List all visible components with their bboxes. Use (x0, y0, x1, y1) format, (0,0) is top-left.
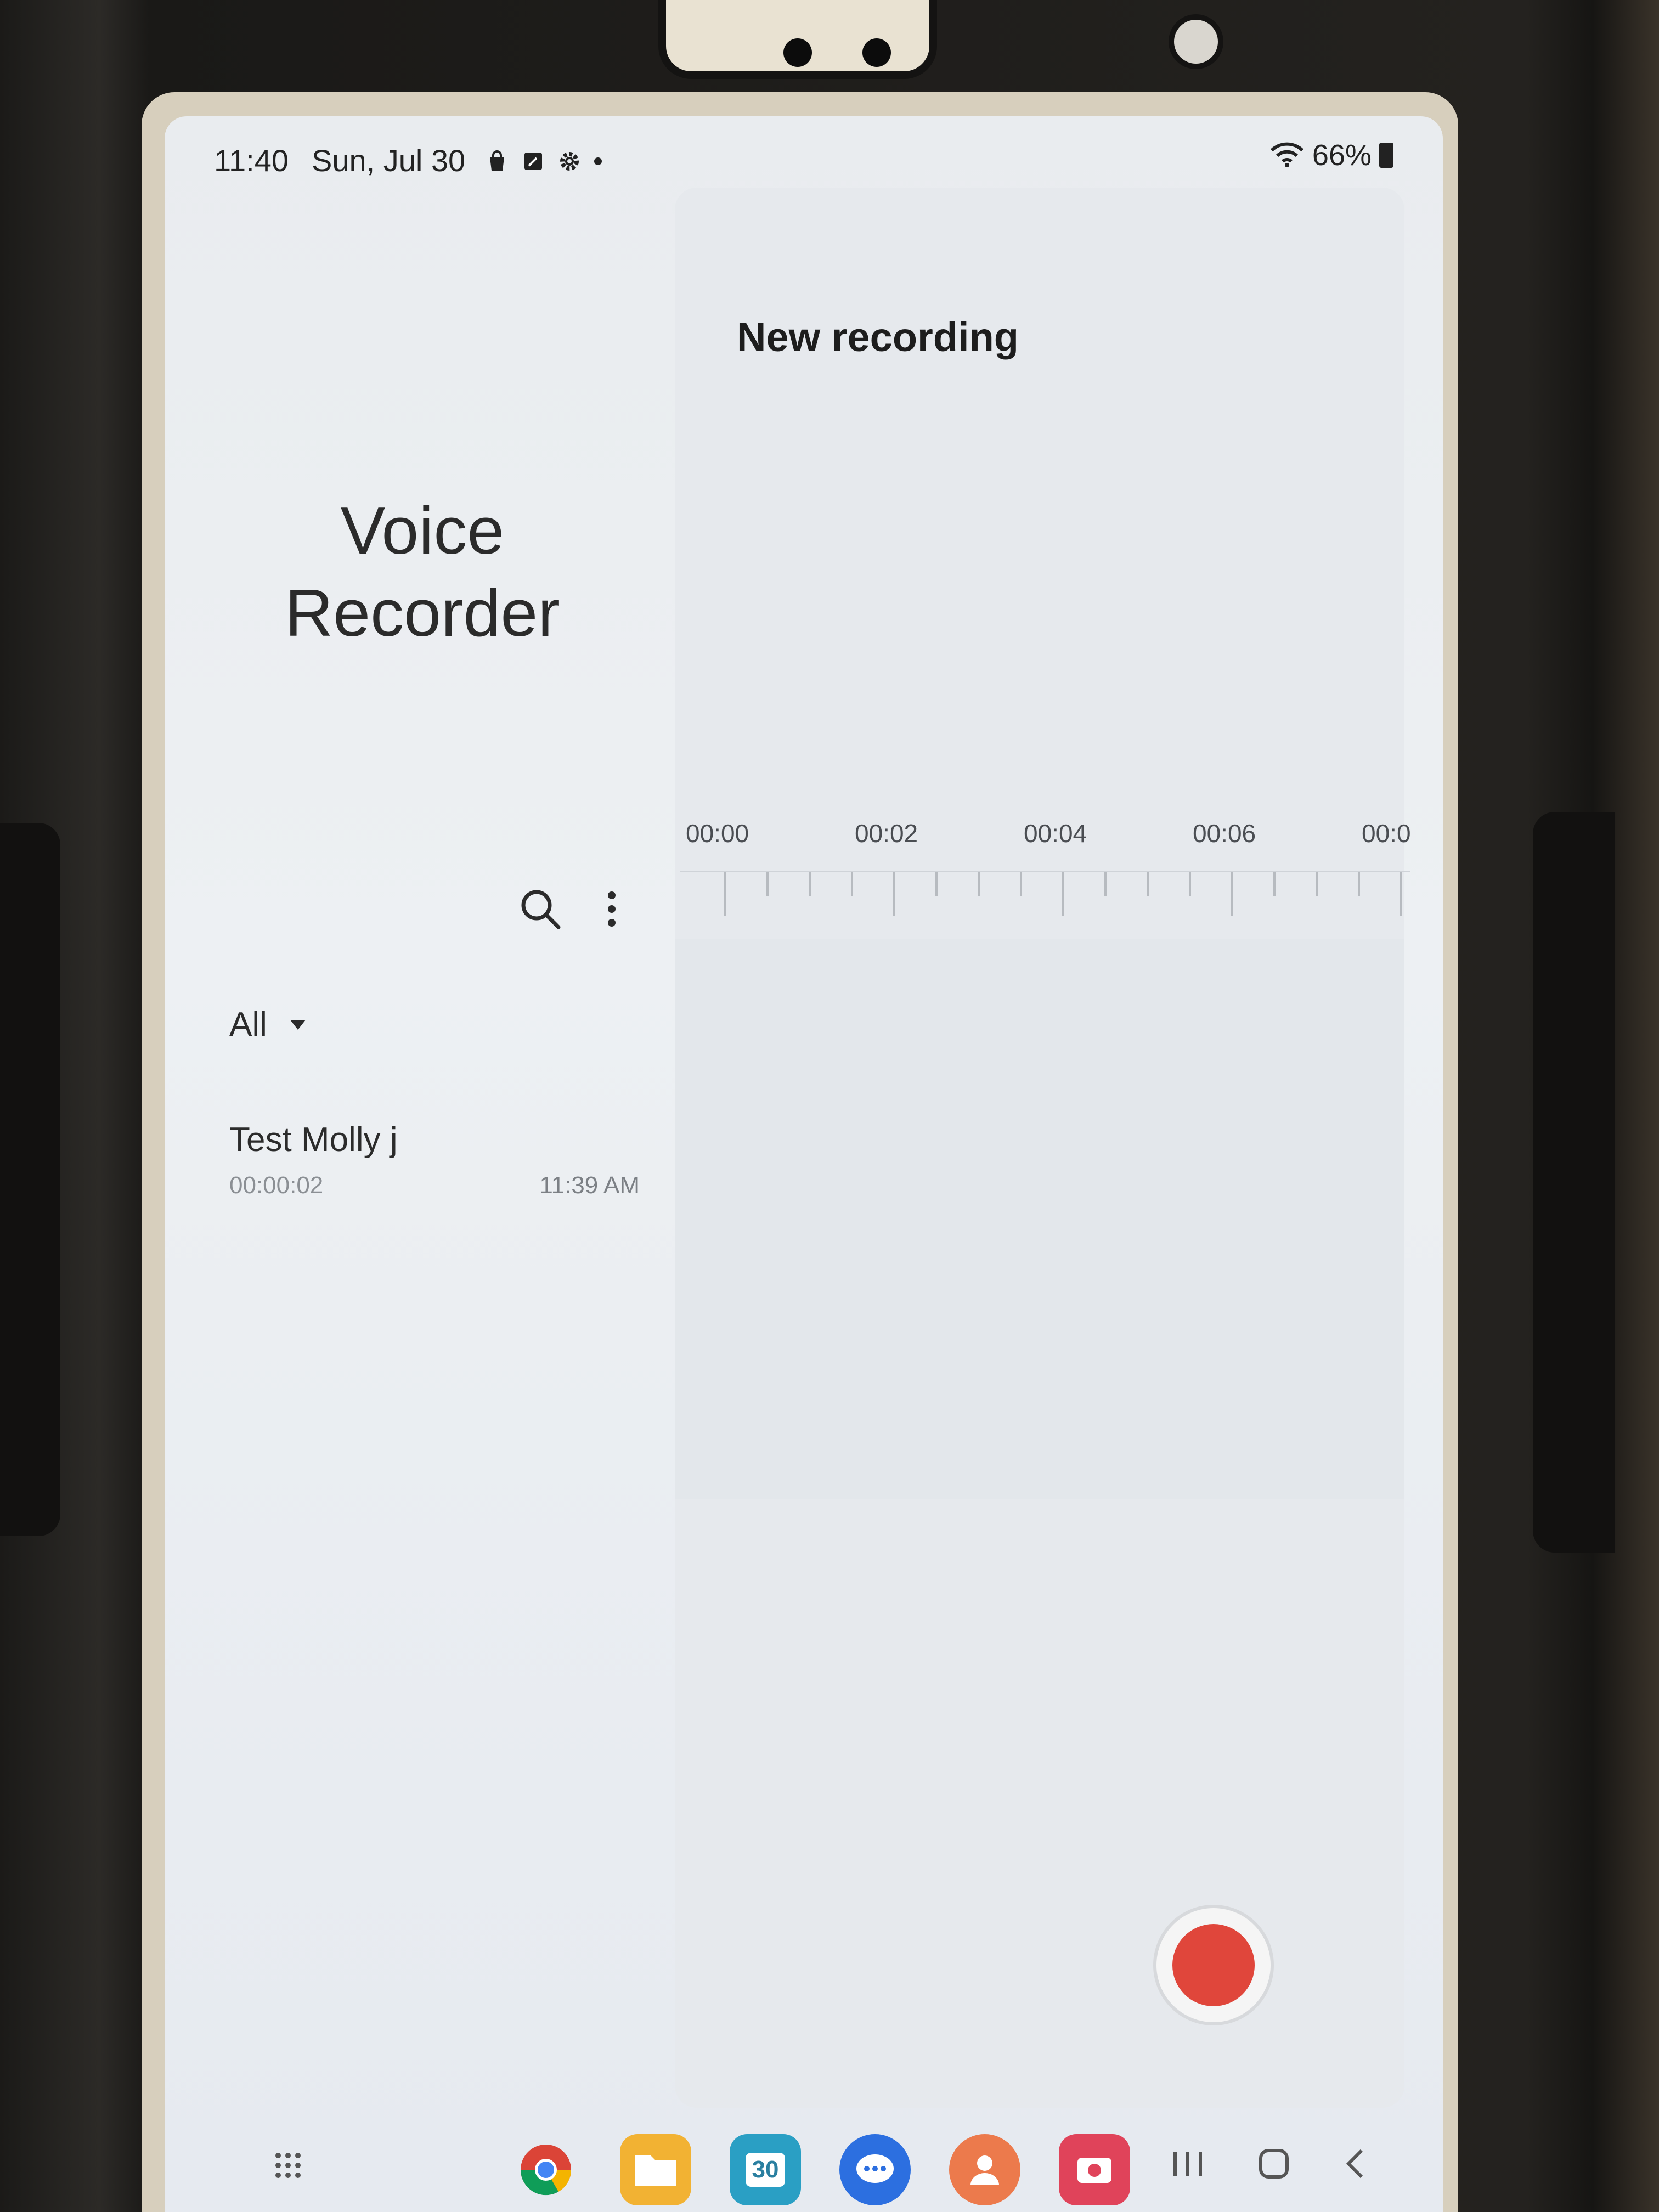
calendar-app-icon[interactable]: 30 (730, 2134, 801, 2205)
recordings-pane: Voice Recorder All Test Molly j 00:00:02… (165, 116, 675, 2212)
status-right: 66% (1269, 138, 1393, 172)
timeline-label: 00:00 (686, 819, 749, 848)
record-icon (1172, 1924, 1255, 2006)
calendar-day: 30 (745, 2153, 786, 2187)
messages-app-icon[interactable] (839, 2134, 911, 2205)
timeline-tick (1316, 872, 1318, 896)
timeline-label: 00:06 (1193, 819, 1256, 848)
light-sensor (1169, 14, 1223, 69)
recording-timeline: 00:00 00:02 00:04 00:06 00:08 (680, 819, 1410, 939)
category-filter-dropdown[interactable]: All (229, 1005, 309, 1044)
timeline-tick (1358, 872, 1360, 896)
timeline-tick (724, 872, 726, 916)
new-recording-pane: New recording 00:00 00:02 00:04 00:06 00… (675, 188, 1410, 2108)
chrome-app-icon[interactable] (510, 2134, 582, 2205)
timeline-tick (809, 872, 811, 896)
screen-recorder-app-icon[interactable] (1059, 2134, 1130, 2205)
back-button[interactable] (1341, 2146, 1368, 2184)
recording-list-item[interactable]: Test Molly j 00:00:02 11:39 AM (229, 1104, 640, 1214)
timeline-ticks (680, 871, 1410, 927)
app-title-line1: Voice (340, 493, 505, 568)
wifi-icon (1269, 140, 1305, 171)
battery-icon (1379, 143, 1393, 168)
recording-name: Test Molly j (229, 1121, 398, 1159)
apps-grid-icon (275, 2153, 301, 2178)
timeline-label: 00:08 (1362, 819, 1410, 848)
case-grip-left (0, 823, 60, 1536)
new-recording-title: New recording (737, 314, 1019, 360)
timeline-tick (1273, 872, 1276, 896)
timeline-tick (978, 872, 980, 896)
taskbar: 30 (165, 2130, 1443, 2212)
camera-lens (783, 38, 812, 67)
timeline-tick (1231, 872, 1233, 916)
more-options-button[interactable] (587, 879, 636, 939)
timeline-tick (1104, 872, 1107, 896)
contacts-app-icon[interactable] (949, 2134, 1020, 2205)
timeline-tick (766, 872, 769, 896)
timeline-tick (1147, 872, 1149, 896)
case-grip-right (1533, 812, 1615, 1553)
search-button[interactable] (510, 879, 571, 939)
record-button[interactable] (1153, 1905, 1274, 2025)
dock: 30 (510, 2134, 1130, 2205)
more-vertical-icon (608, 891, 616, 927)
timeline-label: 00:02 (855, 819, 918, 848)
recent-apps-button[interactable] (1169, 2147, 1207, 2183)
timeline-tick (935, 872, 938, 896)
app-title-line2: Recorder (285, 575, 560, 650)
navigation-buttons (1169, 2146, 1368, 2184)
home-button[interactable] (1256, 2146, 1291, 2184)
waveform-area (675, 939, 1404, 1499)
timeline-tick (1400, 872, 1402, 916)
timeline-tick (1189, 872, 1191, 896)
home-icon (1259, 2149, 1289, 2179)
screen: 11:40 Sun, Jul 30 66% Voice Recorder All… (165, 116, 1443, 2212)
timeline-tick (1062, 872, 1064, 916)
camera-lens (862, 38, 891, 67)
my-files-app-icon[interactable] (620, 2134, 691, 2205)
app-drawer-button[interactable] (272, 2149, 304, 2182)
recording-duration: 00:00:02 (229, 1172, 324, 1199)
filter-label: All (229, 1006, 267, 1043)
timeline-label: 00:04 (1024, 819, 1087, 848)
battery-percent: 66% (1312, 139, 1372, 172)
app-title: Voice Recorder (203, 489, 642, 654)
timeline-tick (1020, 872, 1022, 896)
recording-time: 11:39 AM (539, 1172, 640, 1199)
timeline-tick (851, 872, 853, 896)
search-icon (521, 890, 561, 929)
back-icon (1346, 2149, 1363, 2179)
dropdown-arrow-icon (290, 1019, 306, 1030)
timeline-tick (893, 872, 895, 916)
recents-icon (1173, 2152, 1202, 2176)
